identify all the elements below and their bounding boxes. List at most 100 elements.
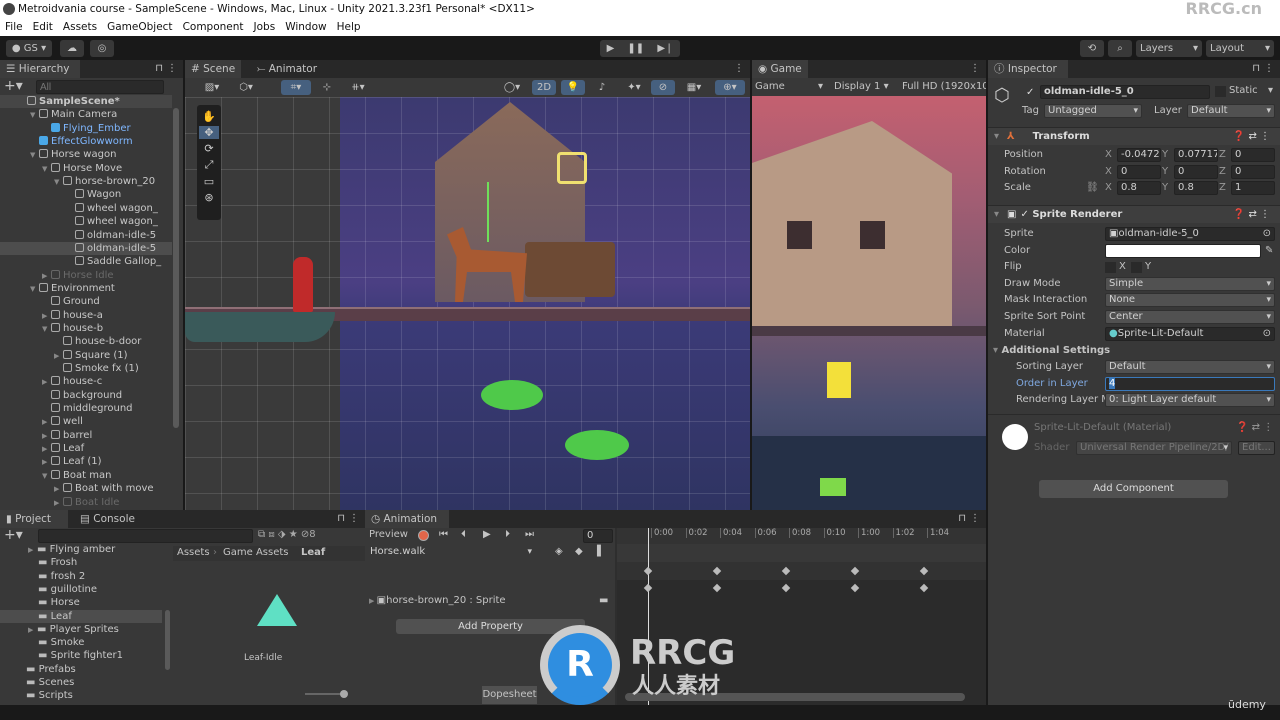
menu-file[interactable]: File	[5, 18, 23, 36]
hierarchy-item[interactable]: ▼ Horse Move	[0, 162, 172, 175]
static-checkbox[interactable]	[1215, 86, 1226, 97]
hierarchy-item[interactable]: middleground	[0, 402, 172, 415]
snap-button[interactable]: ⊹	[315, 80, 339, 95]
collapse-arrow-icon[interactable]: ▶	[54, 350, 63, 363]
folder-item[interactable]: ▬ Smoke	[0, 636, 162, 649]
flip-y-checkbox[interactable]	[1131, 262, 1142, 273]
sprite-renderer-header[interactable]: ▾ ▣ ✓ Sprite Renderer ❓ ⇄ ⋮	[988, 205, 1280, 223]
expand-arrow-icon[interactable]: ▼	[30, 283, 39, 296]
folder-item[interactable]: ▬ Horse	[0, 596, 162, 609]
hierarchy-item[interactable]: EffectGlowworm	[0, 135, 172, 148]
additional-settings-foldout[interactable]: ▾ Additional Settings	[993, 344, 1110, 358]
expand-arrow-icon[interactable]: ▼	[42, 163, 51, 176]
material-header-icons[interactable]: ❓ ⇄ ⋮	[1236, 421, 1273, 435]
rect-tool-icon[interactable]: ▭	[204, 175, 214, 188]
draw-mode-dropdown[interactable]: Simple	[1105, 277, 1275, 291]
collapse-arrow-icon[interactable]: ▶	[42, 443, 51, 456]
property-menu-icon[interactable]: ▬	[599, 594, 608, 608]
add-marker-icon[interactable]: ▌	[597, 545, 605, 559]
mask-interaction-dropdown[interactable]: None	[1105, 293, 1275, 307]
keyframe[interactable]	[850, 583, 860, 593]
expand-arrow-icon[interactable]: ▼	[30, 149, 39, 162]
add-keyframe-icon[interactable]: ◈	[555, 545, 563, 559]
folder-item[interactable]: ▬ frosh 2	[0, 570, 162, 583]
hierarchy-item[interactable]: ▼ Main Camera	[0, 108, 172, 121]
cloud-icon[interactable]: ☁	[60, 40, 84, 57]
position-x-input[interactable]: -0.0472	[1117, 148, 1161, 162]
sprite-field[interactable]: ▣oldman-idle-5_0 ⊙	[1105, 227, 1275, 241]
rendering-layer-dropdown[interactable]: 0: Light Layer default	[1105, 393, 1275, 407]
collapse-arrow-icon[interactable]: ▶	[42, 310, 51, 323]
last-key-button[interactable]: ⏭	[525, 528, 534, 542]
add-button[interactable]: +▾	[4, 79, 23, 93]
menu-component[interactable]: Component	[183, 18, 244, 36]
hierarchy-item[interactable]: ▶ Boat with move	[0, 482, 172, 495]
2d-toggle[interactable]: 2D	[532, 80, 556, 95]
render-mode-dropdown[interactable]: ⬡▾	[231, 80, 261, 95]
menu-window[interactable]: Window	[285, 18, 326, 36]
collapse-arrow-icon[interactable]: ▶	[54, 497, 63, 510]
search-icon[interactable]: ⌕	[1108, 40, 1132, 57]
zoom-slider[interactable]	[305, 690, 348, 698]
keyframe[interactable]	[643, 583, 653, 593]
transform-tool-icon[interactable]: ⊛	[204, 191, 213, 204]
folder-item[interactable]: ▬ Leaf	[0, 609, 162, 623]
order-in-layer-input[interactable]: 4	[1105, 377, 1275, 391]
resolution-dropdown[interactable]: Full HD (1920x108	[902, 78, 986, 96]
property-row[interactable]: ▶ ▣horse-brown_20 : Sprite	[369, 594, 506, 608]
hierarchy-item[interactable]: ▶ Boat Idle	[0, 496, 172, 509]
hierarchy-item[interactable]: house-b-door	[0, 335, 172, 348]
expand-arrow-icon[interactable]: ▼	[42, 323, 51, 336]
collapse-arrow-icon[interactable]: ▶	[42, 416, 51, 429]
rotation-y-input[interactable]: 0	[1174, 164, 1218, 179]
more-icon[interactable]: ⋮	[1264, 63, 1274, 74]
edit-shader-button[interactable]: Edit...	[1238, 441, 1275, 455]
static-dropdown-icon[interactable]: ▾	[1268, 84, 1273, 98]
folder-item[interactable]: ▶ ▬ Player Sprites	[0, 623, 162, 636]
preview-toggle[interactable]: Preview	[369, 528, 408, 542]
collapse-arrow-icon[interactable]: ▶	[54, 483, 63, 496]
hierarchy-item[interactable]: ▶ house-c	[0, 375, 172, 388]
keyframe[interactable]	[781, 583, 791, 593]
menu-jobs[interactable]: Jobs	[254, 18, 276, 36]
add-event-icon[interactable]: ◆	[575, 545, 583, 559]
hierarchy-item[interactable]: background	[0, 389, 172, 402]
flip-x-checkbox[interactable]	[1105, 262, 1116, 273]
material-field[interactable]: ●Sprite-Lit-Default ⊙	[1105, 327, 1275, 341]
folder-item[interactable]: ▬ Frosh	[0, 556, 162, 569]
hierarchy-item[interactable]: wheel wagon_	[0, 202, 172, 215]
folder-scrollbar[interactable]	[165, 610, 170, 670]
eyedropper-icon[interactable]: ✎	[1265, 244, 1273, 258]
hierarchy-item[interactable]: ▼ house-b	[0, 322, 172, 335]
hierarchy-item[interactable]: ▼ horse-brown_20	[0, 175, 172, 188]
hierarchy-item[interactable]: oldman-idle-5	[0, 229, 172, 242]
keyframe[interactable]	[712, 583, 722, 593]
lock-icon[interactable]: ⊓	[155, 63, 163, 74]
next-key-button[interactable]: ⏵	[505, 528, 510, 542]
expand-arrow-icon[interactable]: ▶	[28, 624, 37, 637]
hierarchy-item[interactable]: ▼ Boat man	[0, 469, 172, 482]
more-icon[interactable]: ⋮	[970, 63, 980, 74]
visibility-toggle-icon[interactable]: ⊘	[651, 80, 675, 95]
active-checkbox[interactable]: ✓	[1026, 87, 1034, 98]
color-swatch[interactable]	[1105, 244, 1261, 258]
collapse-arrow-icon[interactable]: ▶	[42, 456, 51, 469]
lock-icon[interactable]: ⊓	[1252, 63, 1260, 74]
tab-console[interactable]: ▤ Console	[74, 510, 141, 528]
sorting-layer-dropdown[interactable]: Default	[1105, 360, 1275, 374]
breadcrumb-leaf[interactable]: Leaf	[301, 546, 325, 560]
hierarchy-item[interactable]: SampleScene*	[0, 95, 172, 108]
tab-scene[interactable]: # Scene	[185, 60, 242, 78]
hierarchy-item[interactable]: ▶ well	[0, 415, 172, 428]
folder-item[interactable]: ▬ Scripts	[0, 689, 162, 702]
clip-dropdown[interactable]: Horse.walk	[367, 546, 535, 560]
lock-icon[interactable]: ⊓	[337, 513, 345, 524]
move-tool-icon[interactable]: ✥	[199, 126, 219, 139]
hierarchy-item[interactable]: oldman-idle-5	[0, 241, 172, 255]
record-button[interactable]	[418, 530, 429, 541]
animation-asset[interactable]	[245, 594, 297, 626]
tab-hierarchy[interactable]: ☰ Hierarchy	[0, 60, 80, 78]
hand-tool-icon[interactable]: ✋	[202, 110, 216, 123]
tag-dropdown[interactable]: Untagged	[1044, 104, 1142, 118]
hierarchy-search-input[interactable]	[36, 80, 164, 94]
